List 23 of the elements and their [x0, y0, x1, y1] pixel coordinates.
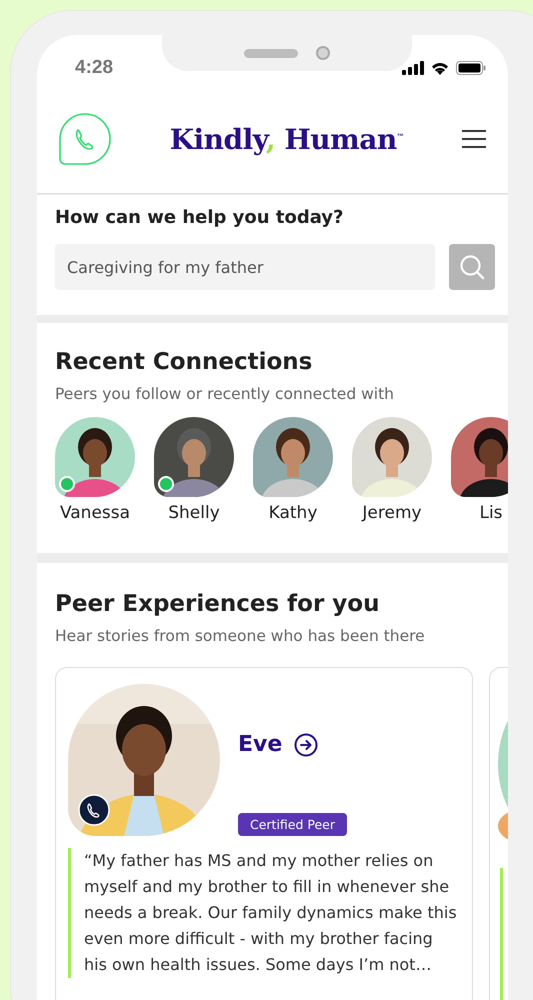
signal-icon	[402, 60, 424, 74]
peer-badge: Certified Peer	[238, 813, 348, 836]
section-subtitle: Hear stories from someone who has been there	[55, 627, 426, 645]
menu-icon[interactable]	[462, 130, 486, 148]
arrow-circle-icon[interactable]	[294, 732, 318, 756]
person-name: Lis	[479, 503, 503, 523]
person-name: Vanessa	[60, 503, 130, 523]
logo: Kindly, Human$^{™}$	[170, 122, 404, 156]
section-title: Peer Experiences for you	[55, 591, 380, 617]
section-subtitle: Peers you follow or recently connected with	[55, 385, 395, 403]
quote-text: “My father has MS and my mother relies on myself and my brother to fill in whenever she needs a break. Our family dynamics make this even more difficult - with my brother facing his own health issues. Some days I’m not…	[68, 848, 460, 978]
person-name: Shelly	[168, 503, 220, 523]
wifi-icon	[430, 60, 450, 75]
person-name: Kathy	[268, 503, 318, 523]
status-time: 4:28	[75, 57, 114, 79]
section-title: Recent Connections	[55, 349, 314, 375]
help-title: How can we help you today?	[55, 207, 344, 228]
peer-name[interactable]: Eve	[238, 732, 282, 757]
person-name: Jeremy	[362, 503, 422, 523]
search-icon	[459, 254, 485, 280]
search-field[interactable]: Caregiving for my father	[55, 244, 435, 290]
peer-card[interactable]	[55, 667, 473, 1000]
battery-icon	[456, 60, 486, 74]
